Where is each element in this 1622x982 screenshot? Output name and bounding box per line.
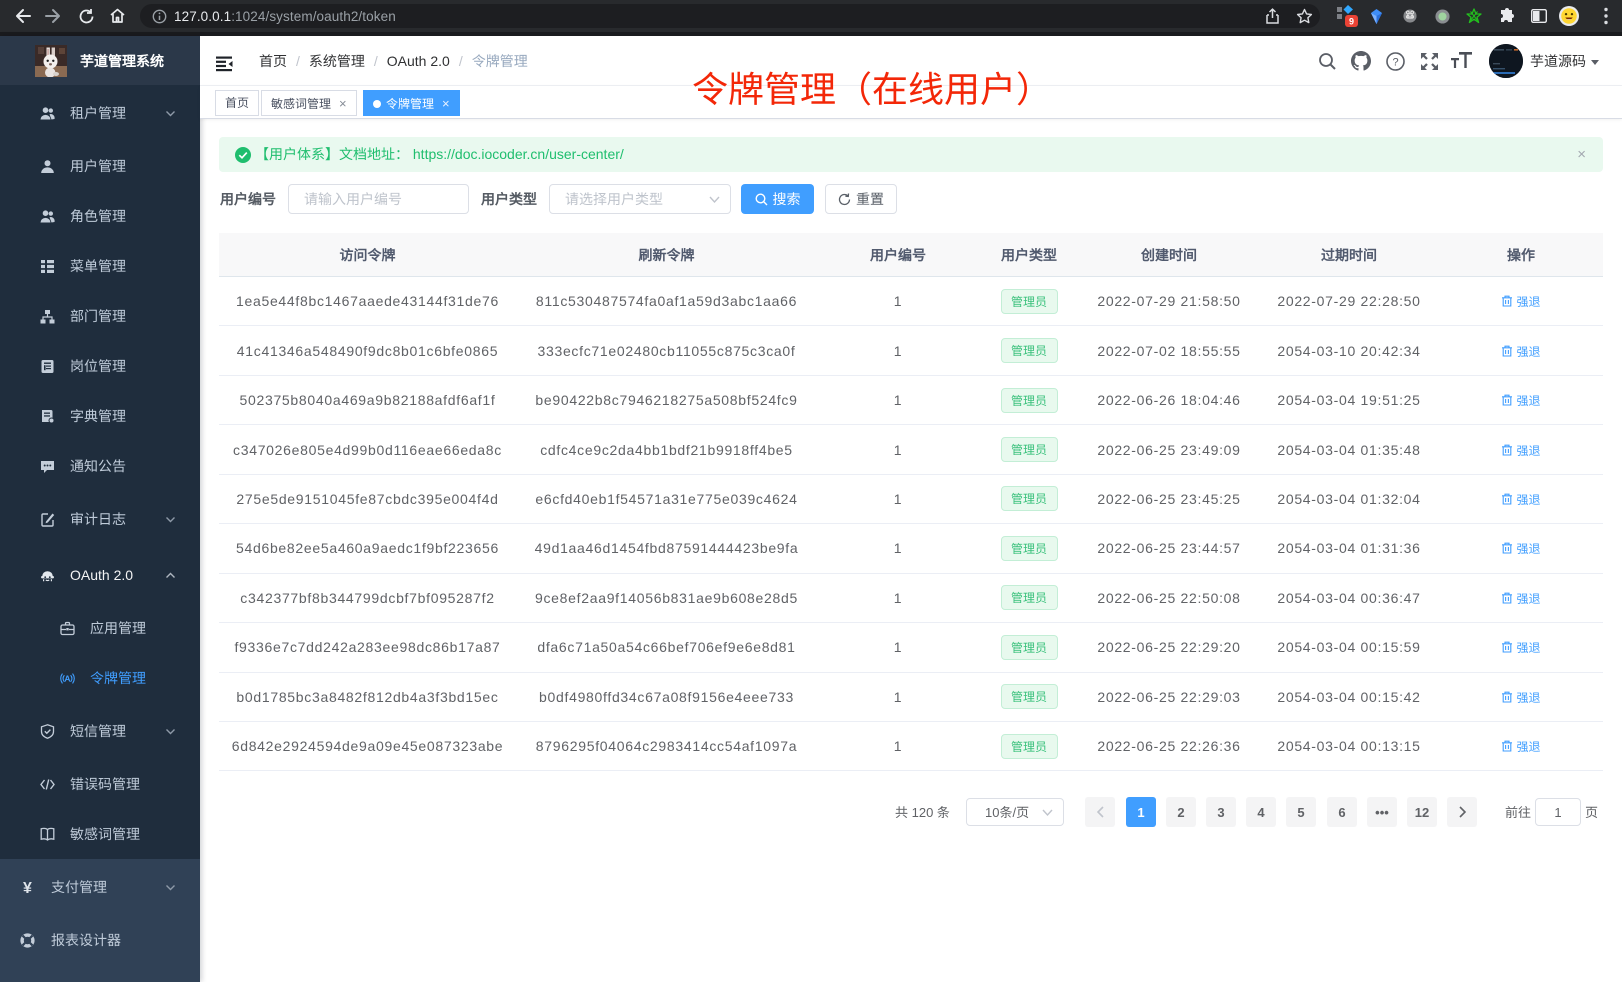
svg-text:9: 9	[1349, 17, 1354, 27]
svg-text:¥: ¥	[23, 880, 32, 895]
svg-text:A: A	[64, 673, 70, 683]
svg-text:?: ?	[1392, 56, 1398, 68]
